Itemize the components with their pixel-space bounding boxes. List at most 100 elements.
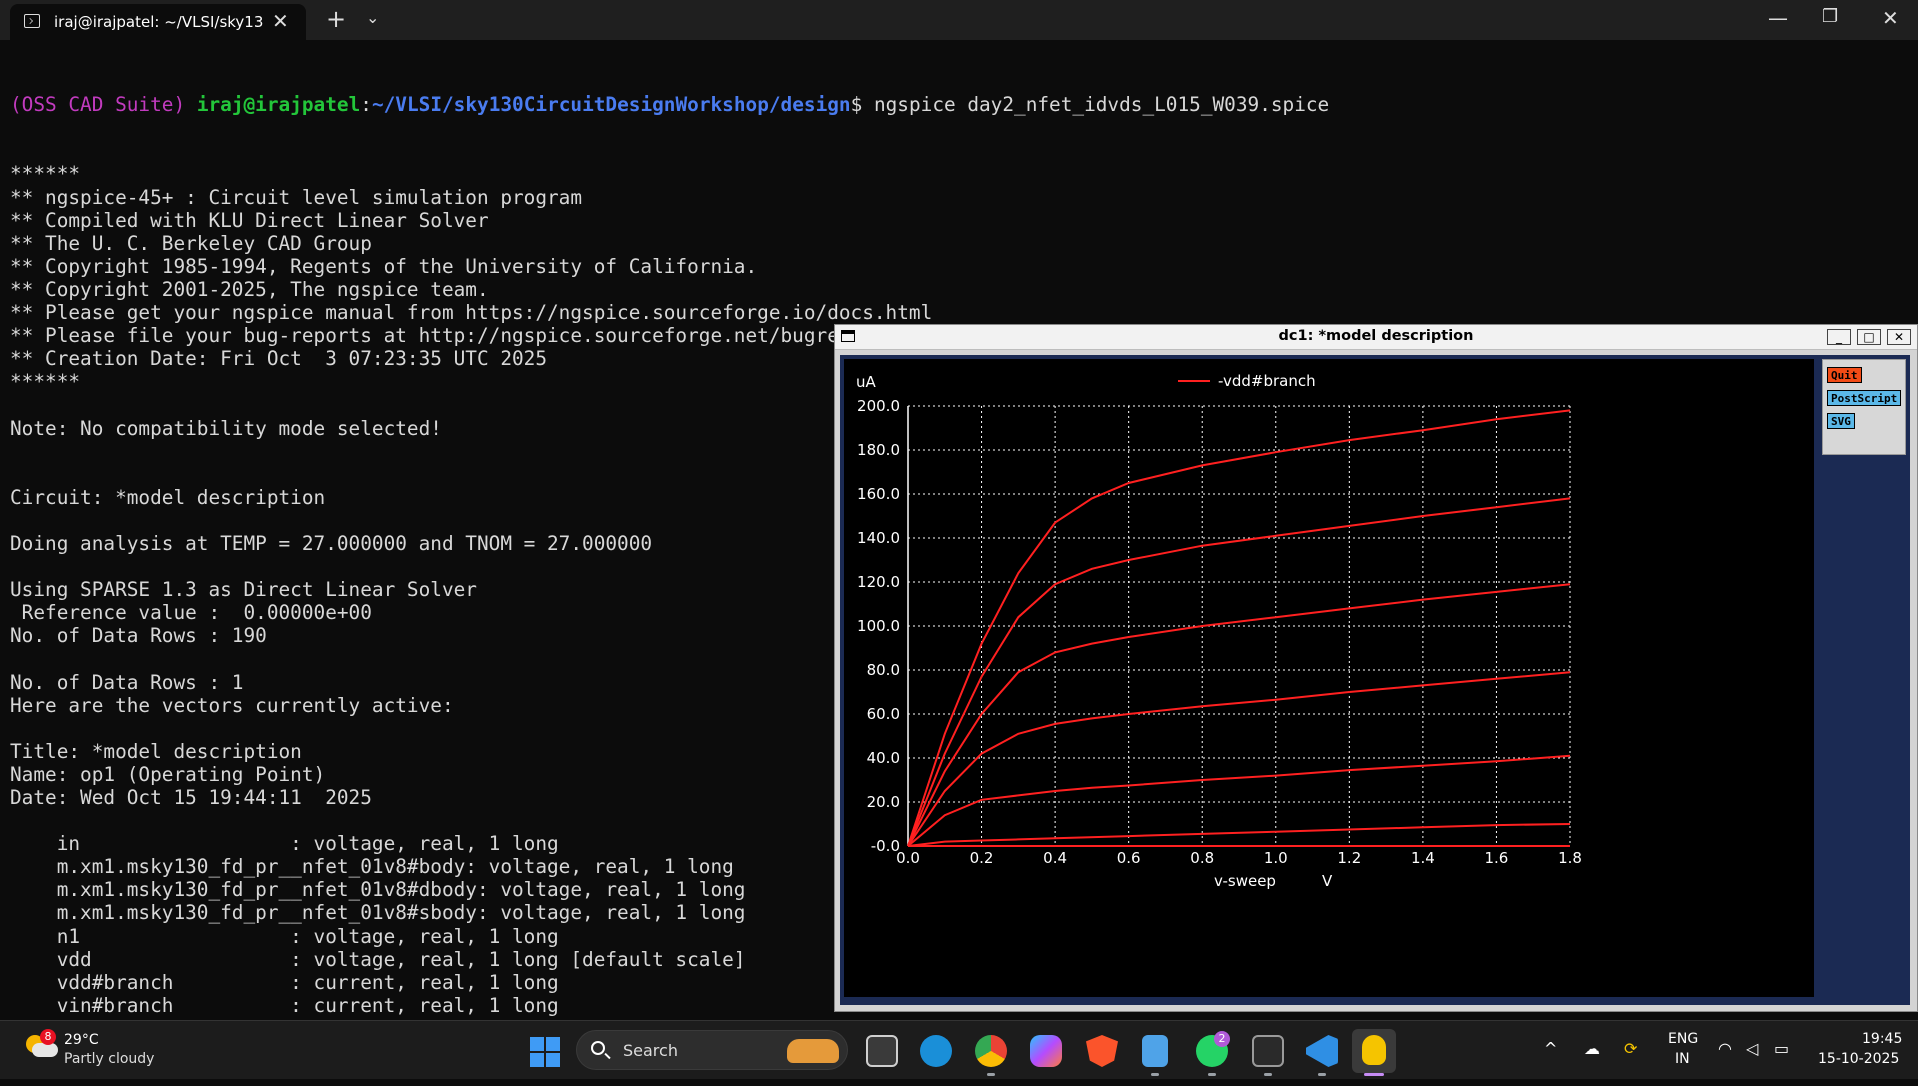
- x-axis-unit: V: [1322, 872, 1333, 890]
- vscode-icon[interactable]: [1306, 1035, 1338, 1067]
- plot-window-body: 0.0 0.2 0.4 0.6 0.8 1.0 1.2 1.4 1.6 1.8 -0.0 20.0 40…: [840, 355, 1910, 1005]
- plot-window: dc1: *model description _ □ ✕ 0.0 0.2 0.4 0…: [834, 324, 1918, 1012]
- plot-close-button[interactable]: ✕: [1887, 329, 1911, 345]
- plot-maximize-button[interactable]: □: [1857, 329, 1881, 345]
- prompt-command: $ ngspice day2_nfet_idvds_L015_W039.spic…: [850, 93, 1330, 117]
- postscript-button[interactable]: PostScript: [1827, 390, 1902, 406]
- tray-chevron-up-icon[interactable]: ^: [1544, 1039, 1557, 1058]
- terminal-line: ** Please get your ngspice manual from h…: [10, 301, 933, 325]
- chrome-running-indicator: [987, 1073, 995, 1076]
- chevron-down-icon[interactable]: ⌄: [366, 8, 379, 27]
- sync-icon[interactable]: ⟳: [1624, 1039, 1637, 1058]
- terminal-line: ** The U. C. Berkeley CAD Group: [10, 231, 372, 255]
- wifi-icon[interactable]: ◠: [1718, 1039, 1732, 1058]
- x-tick-label: 1.6: [1485, 849, 1509, 867]
- y-tick-label: 200.0: [857, 397, 900, 415]
- y-tick-label: 20.0: [867, 793, 900, 811]
- y-tick-label: 60.0: [867, 705, 900, 723]
- new-tab-button[interactable]: +: [326, 5, 346, 33]
- y-tick-label: 160.0: [857, 485, 900, 503]
- y-tick-label: 120.0: [857, 573, 900, 591]
- taskbar-search[interactable]: Search: [576, 1030, 848, 1070]
- x-tick-label: 0.4: [1043, 849, 1067, 867]
- series-curve-5: [907, 583, 1571, 847]
- task-view-icon[interactable]: [866, 1035, 898, 1067]
- prompt-env: (OSS CAD Suite): [10, 93, 186, 117]
- series-curve-7: [907, 409, 1571, 847]
- terminal-tab[interactable]: iraj@irajpatel: ~/VLSI/sky130C ✕: [10, 4, 306, 40]
- brave-browser-icon[interactable]: [1086, 1035, 1118, 1067]
- idvds-chart: 0.0 0.2 0.4 0.6 0.8 1.0 1.2 1.4 1.6 1.8-0.020.040…: [856, 372, 1582, 890]
- battery-icon[interactable]: ▭: [1774, 1039, 1789, 1058]
- terminal-line: ** Copyright 1985-1994, Regents of the U…: [10, 254, 758, 278]
- series-curve-4: [907, 671, 1571, 847]
- terminal-titlebar: iraj@irajpatel: ~/VLSI/sky130C ✕ + ⌄ — ❐…: [0, 0, 1918, 40]
- y-tick-label: 140.0: [857, 529, 900, 547]
- windows-start-icon[interactable]: [530, 1037, 560, 1067]
- series-curve-2: [907, 823, 1571, 847]
- axes: 0.0 0.2 0.4 0.6 0.8 1.0 1.2 1.4 1.6 1.8-0.020.040…: [857, 397, 1582, 867]
- series-curve-6: [907, 497, 1571, 847]
- maximize-button[interactable]: ❐: [1822, 6, 1838, 27]
- y-tick-label: -0.0: [871, 837, 900, 855]
- y-tick-label: 40.0: [867, 749, 900, 767]
- x-tick-label: 1.0: [1264, 849, 1288, 867]
- curves: [907, 409, 1571, 847]
- language-region[interactable]: IN: [1675, 1051, 1690, 1067]
- terminal-line: ** Copyright 2001-2025, The ngspice team…: [10, 277, 489, 301]
- plot-button-panel: Quit PostScript SVG: [1822, 359, 1906, 455]
- language-indicator[interactable]: ENG: [1668, 1031, 1698, 1047]
- vscode-running-indicator: [1318, 1073, 1326, 1076]
- y-tick-label: 180.0: [857, 441, 900, 459]
- copilot-icon[interactable]: [1030, 1035, 1062, 1067]
- clock-time[interactable]: 19:45: [1862, 1031, 1902, 1047]
- plot-minimize-button[interactable]: _: [1827, 329, 1851, 345]
- terminal-app-icon[interactable]: [1252, 1035, 1284, 1067]
- prompt-line: (OSS CAD Suite) iraj@irajpatel:~/VLSI/sk…: [10, 93, 1910, 116]
- notepad-icon[interactable]: [1142, 1035, 1168, 1067]
- weather-badge: 8: [40, 1029, 56, 1045]
- active-app-indicator: [1364, 1073, 1384, 1076]
- edge-browser-icon[interactable]: [920, 1035, 952, 1067]
- x-tick-label: 1.8: [1558, 849, 1582, 867]
- chrome-icon[interactable]: [975, 1035, 1007, 1067]
- terminal-running-indicator: [1264, 1073, 1272, 1076]
- volume-icon[interactable]: ◁: [1746, 1039, 1758, 1058]
- legend-label: -vdd#branch: [1218, 372, 1316, 390]
- x-tick-label: 0.2: [970, 849, 994, 867]
- x-tick-label: 0.6: [1117, 849, 1141, 867]
- penguin-icon: [1362, 1035, 1386, 1065]
- close-window-button[interactable]: ✕: [1882, 6, 1899, 30]
- weather-temperature[interactable]: 29°C: [64, 1032, 99, 1048]
- prompt-user: iraj@irajpatel: [196, 93, 361, 117]
- weather-condition[interactable]: Partly cloudy: [64, 1051, 154, 1067]
- x-tick-label: 1.2: [1337, 849, 1361, 867]
- plot-window-titlebar[interactable]: dc1: *model description _ □ ✕: [835, 325, 1917, 350]
- plot-window-title: dc1: *model description: [1278, 328, 1474, 344]
- terminal-line: ******: [10, 162, 81, 186]
- y-tick-label: 80.0: [867, 661, 900, 679]
- x-axis-label: v-sweep: [1214, 872, 1276, 890]
- grid: [908, 405, 1571, 846]
- quit-button[interactable]: Quit: [1827, 367, 1862, 383]
- x-tick-label: 1.4: [1411, 849, 1435, 867]
- onedrive-cloud-icon[interactable]: ☁: [1584, 1039, 1600, 1058]
- y-tick-label: 100.0: [857, 617, 900, 635]
- svg-button[interactable]: SVG: [1827, 413, 1855, 429]
- whatsapp-badge: 2: [1214, 1031, 1230, 1047]
- tab-close-icon[interactable]: ✕: [272, 9, 289, 33]
- taskbar: 8 29°C Partly cloudy Search 2 ^ ☁ ⟳ ENG …: [0, 1020, 1918, 1079]
- terminal-line: ** ngspice-45+ : Circuit level simulatio…: [10, 185, 583, 209]
- search-label: Search: [623, 1041, 678, 1060]
- minimize-button[interactable]: —: [1768, 6, 1788, 30]
- whatsapp-running-indicator: [1208, 1073, 1216, 1076]
- y-axis-label: uA: [856, 373, 877, 391]
- terminal-icon: [24, 14, 40, 28]
- notepad-running-indicator: [1151, 1073, 1159, 1076]
- clock-date[interactable]: 15-10-2025: [1818, 1051, 1899, 1067]
- prompt-path: ~/VLSI/sky130CircuitDesignWorkshop/desig…: [371, 93, 851, 117]
- plot-area[interactable]: 0.0 0.2 0.4 0.6 0.8 1.0 1.2 1.4 1.6 1.8 -0.0 20.0 40…: [844, 359, 1814, 997]
- terminal-line: ** Compiled with KLU Direct Linear Solve…: [10, 208, 489, 232]
- search-highlight-icon: [787, 1039, 839, 1063]
- prompt-separator: :: [360, 93, 372, 117]
